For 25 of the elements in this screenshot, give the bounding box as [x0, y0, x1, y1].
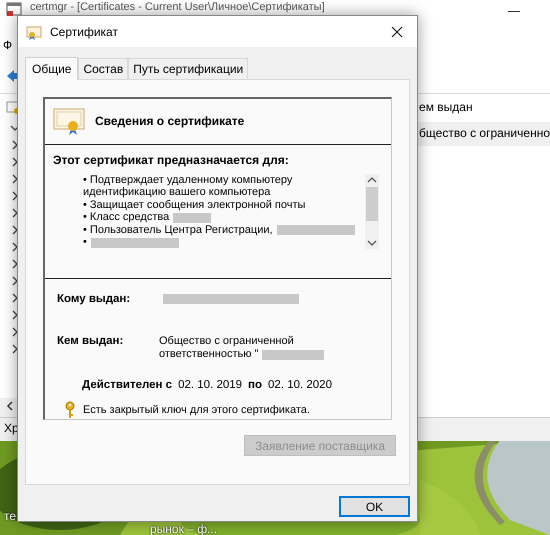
purpose-item: • Класс средства	[83, 211, 365, 224]
menu-item[interactable]: Ф	[3, 38, 12, 52]
purpose-item: • Защищает сообщения электронной почты	[83, 198, 306, 212]
field-label: Кем выдан:	[57, 335, 124, 347]
date-value: 02. 10. 2020	[268, 379, 332, 391]
purpose-item: • Подтверждает удаленному компьютеру идентификацию вашего компьютера	[83, 174, 294, 199]
info-heading: Сведения о сертификате	[95, 114, 244, 128]
tab[interactable]: Общие	[25, 57, 78, 80]
purpose-item: •	[83, 236, 365, 249]
dialog-title: Сертификат	[50, 24, 119, 38]
private-key-note: Есть закрытый ключ для этого сертификата.	[83, 404, 310, 416]
purpose-item: • Пользователь Центра Регистрации,	[83, 224, 365, 236]
table-cell[interactable]: бщество с ограниченно	[416, 123, 550, 146]
desktop-icon-label[interactable]: те	[4, 509, 16, 523]
field-label: Кому выдан:	[57, 293, 132, 305]
purpose-heading: Этот сертификат предназначается для:	[53, 152, 290, 167]
validity-label: по	[248, 379, 262, 391]
date-value: 02. 10. 2019	[178, 379, 242, 391]
tab[interactable]: Путь сертификации	[128, 58, 248, 79]
window-title: certmgr - [Certificates - Current User\Личное\Сертификаты]	[30, 1, 326, 13]
validity-label: Действителен с	[82, 379, 172, 391]
ok-button[interactable]: OK	[339, 496, 410, 517]
field-value: ответственностью "	[159, 348, 258, 361]
tab[interactable]: Состав	[78, 58, 128, 79]
field-value: Общество с ограниченной	[159, 335, 294, 348]
